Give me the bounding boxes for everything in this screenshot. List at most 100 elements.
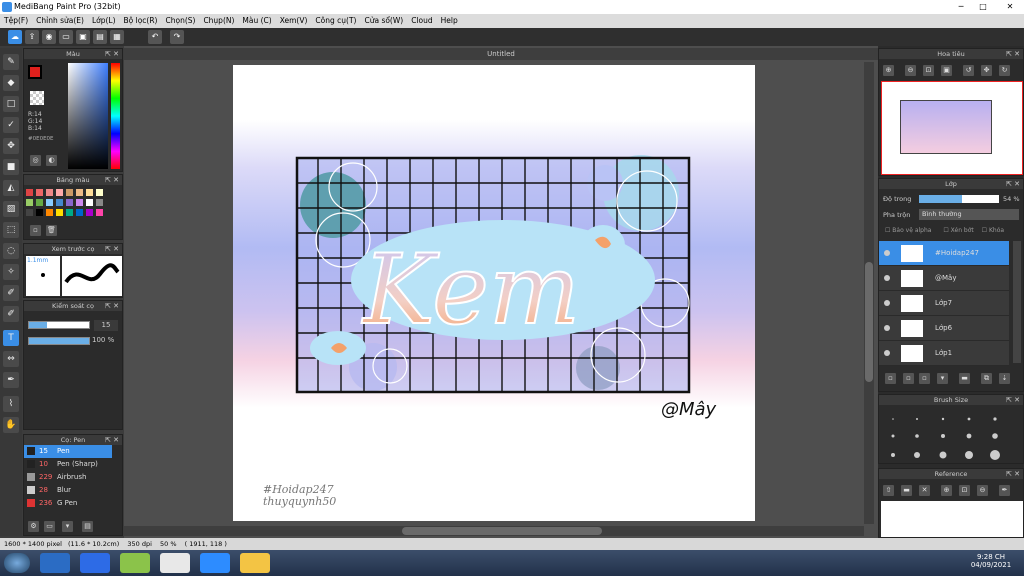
- transparent-color[interactable]: [30, 91, 44, 105]
- layer-row[interactable]: #Hoidap247: [879, 241, 1009, 266]
- minimize-button[interactable]: ─: [952, 0, 970, 14]
- new-layer-icon[interactable]: ▫: [885, 373, 896, 384]
- blend-select[interactable]: Bình thường: [919, 209, 1019, 220]
- fit-icon[interactable]: ⊡: [923, 65, 934, 76]
- layer-row[interactable]: @Mây: [879, 266, 1009, 291]
- brush-item[interactable]: 236 G Pen: [24, 497, 112, 510]
- app-green-icon[interactable]: [120, 553, 150, 573]
- rotate-right-icon[interactable]: ↻: [999, 65, 1010, 76]
- vertical-scrollbar[interactable]: [864, 62, 874, 524]
- close-ref-icon[interactable]: ✕: [919, 485, 930, 496]
- palette-swatch[interactable]: [56, 209, 63, 216]
- menu-item[interactable]: Help: [437, 14, 462, 28]
- visibility-icon[interactable]: [884, 275, 890, 281]
- foreground-color[interactable]: [28, 65, 42, 79]
- menu-item[interactable]: Chỉnh sửa(E): [32, 14, 88, 28]
- menu-item[interactable]: Lớp(L): [88, 14, 120, 28]
- menu-item[interactable]: Công cụ(T): [311, 14, 360, 28]
- brush-size-dots[interactable]: [879, 405, 1024, 463]
- bucket-tool-icon[interactable]: ◭: [3, 180, 19, 196]
- protect-alpha-checkbox[interactable]: ☐ Bảo vệ alpha: [885, 227, 931, 234]
- actual-size-icon[interactable]: ▣: [941, 65, 952, 76]
- color-mix-icon[interactable]: ◐: [46, 155, 57, 166]
- reset-icon[interactable]: ✥: [981, 65, 992, 76]
- select-tool-icon[interactable]: ⬚: [3, 222, 19, 238]
- menu-item[interactable]: Xem(V): [276, 14, 312, 28]
- zoom-chat-icon[interactable]: [80, 553, 110, 573]
- clock[interactable]: 9:28 CH 04/09/2021: [966, 553, 1016, 569]
- brush-item[interactable]: 28 Blur: [24, 484, 112, 497]
- eyedropper-icon[interactable]: ✒: [3, 372, 19, 388]
- panel-icon[interactable]: ▤: [93, 30, 107, 44]
- palette-swatches[interactable]: [26, 189, 110, 219]
- size-slider[interactable]: [28, 321, 90, 329]
- canvas-paper[interactable]: Kem @Mây #Hoidap247 thuyquynh50: [233, 65, 755, 521]
- visibility-icon[interactable]: [884, 350, 890, 356]
- fill-rect-tool-icon[interactable]: ■: [3, 159, 19, 175]
- clipping-checkbox[interactable]: ☐ Xén bớt: [943, 227, 973, 234]
- eraser-tool-icon[interactable]: ◆: [3, 75, 19, 91]
- palette-swatch[interactable]: [46, 199, 53, 206]
- palette-swatch[interactable]: [26, 209, 33, 216]
- menu-item[interactable]: Tệp(F): [0, 14, 32, 28]
- chrome-icon[interactable]: [160, 553, 190, 573]
- palette-swatch[interactable]: [96, 189, 103, 196]
- ie-icon[interactable]: [40, 553, 70, 573]
- zoom-ref-in-icon[interactable]: ⊕: [941, 485, 952, 496]
- navigator-preview[interactable]: [881, 81, 1023, 175]
- select-pen-icon[interactable]: ✐: [3, 285, 19, 301]
- palette-swatch[interactable]: [66, 189, 73, 196]
- palette-swatch[interactable]: [76, 199, 83, 206]
- menu-item[interactable]: Chọn(S): [161, 14, 199, 28]
- reference-view[interactable]: [881, 501, 1023, 537]
- rect-tool-icon[interactable]: □: [3, 96, 19, 112]
- palette-swatch[interactable]: [56, 189, 63, 196]
- hand-tool-icon[interactable]: ✋: [3, 417, 19, 433]
- visibility-icon[interactable]: [884, 300, 890, 306]
- folder-icon[interactable]: ▬: [959, 373, 970, 384]
- palette-swatch[interactable]: [96, 209, 103, 216]
- menu-item[interactable]: Màu (C): [238, 14, 275, 28]
- delete-palette-icon[interactable]: 🗑: [46, 225, 57, 236]
- upload-ref-icon[interactable]: ⇧: [883, 485, 894, 496]
- new-layer-3-icon[interactable]: ▫: [919, 373, 930, 384]
- palette-swatch[interactable]: [26, 199, 33, 206]
- hue-slider[interactable]: [111, 63, 120, 169]
- open-ref-icon[interactable]: ▬: [901, 485, 912, 496]
- layer-row[interactable]: Lớp1: [879, 341, 1009, 366]
- palette-swatch[interactable]: [96, 199, 103, 206]
- palette-swatch[interactable]: [86, 199, 93, 206]
- palette-swatch[interactable]: [86, 209, 93, 216]
- brush-item[interactable]: 10 Pen (Sharp): [24, 458, 112, 471]
- size-value[interactable]: 15: [94, 320, 118, 331]
- color-sv-picker[interactable]: [68, 63, 108, 169]
- duplicate-icon[interactable]: ⧉: [981, 373, 992, 384]
- dot-tool-icon[interactable]: ✓: [3, 117, 19, 133]
- layer-scrollbar[interactable]: [1013, 241, 1021, 363]
- layer-opacity-slider[interactable]: [919, 195, 999, 203]
- start-button[interactable]: [4, 553, 30, 573]
- zoom-ref-out-icon[interactable]: ⊖: [977, 485, 988, 496]
- save-icon[interactable]: ▣: [76, 30, 90, 44]
- lock-checkbox[interactable]: ☐ Khóa: [982, 227, 1004, 234]
- palette-swatch[interactable]: [46, 209, 53, 216]
- opacity-slider[interactable]: [28, 337, 90, 345]
- comment-icon[interactable]: ◉: [42, 30, 56, 44]
- gradient-tool-icon[interactable]: ▨: [3, 201, 19, 217]
- merge-icon[interactable]: ⇣: [999, 373, 1010, 384]
- layer-menu-icon[interactable]: ▾: [937, 373, 948, 384]
- zoom-out-icon[interactable]: ⊖: [905, 65, 916, 76]
- upload-icon[interactable]: ⇪: [25, 30, 39, 44]
- zoom-in-icon[interactable]: ⊕: [883, 65, 894, 76]
- close-button[interactable]: ✕: [996, 0, 1024, 14]
- move-tool-icon[interactable]: ✥: [3, 138, 19, 154]
- palette-swatch[interactable]: [46, 189, 53, 196]
- brush-copy-icon[interactable]: ▭: [44, 521, 55, 532]
- magic-wand-icon[interactable]: ✧: [3, 264, 19, 280]
- palette-swatch[interactable]: [36, 209, 43, 216]
- select-eraser-icon[interactable]: ✐: [3, 306, 19, 322]
- fit-ref-icon[interactable]: ⊡: [959, 485, 970, 496]
- eyedropper-ref-icon[interactable]: ✒: [999, 485, 1010, 496]
- redo-icon[interactable]: ↷: [170, 30, 184, 44]
- brush-menu-icon[interactable]: ▾: [62, 521, 73, 532]
